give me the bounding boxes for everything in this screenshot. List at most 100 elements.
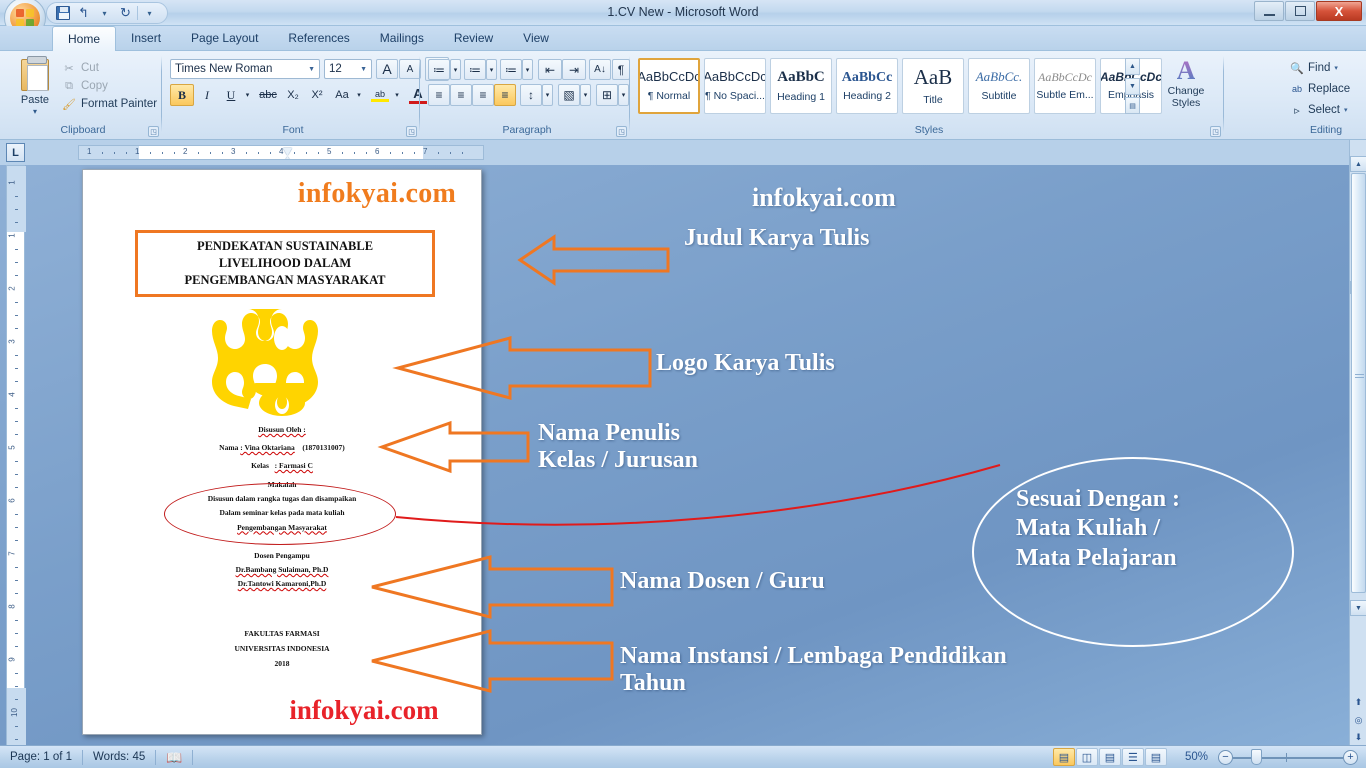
strikethrough-button[interactable]: abc (256, 84, 280, 106)
show-formatting-marks-button[interactable]: ¶ (612, 59, 630, 80)
align-center-button[interactable]: ≡ (450, 84, 472, 106)
previous-page-icon[interactable]: ⬆ (1355, 697, 1363, 708)
align-left-button[interactable]: ≡ (428, 84, 450, 106)
change-case-dropdown[interactable]: ▾ (354, 84, 364, 106)
tab-mailings[interactable]: Mailings (365, 26, 439, 51)
shading-button[interactable]: ▧ (558, 84, 580, 106)
shrink-font-button[interactable]: A (399, 59, 421, 79)
scroll-up-button[interactable]: ▲ (1350, 156, 1366, 172)
subscript-button[interactable]: X₂ (282, 84, 304, 106)
change-styles-button[interactable]: A Change Styles (1154, 57, 1218, 119)
document-page[interactable]: infokyai.com PENDEKATAN SUSTAINABLE LIVE… (82, 169, 482, 735)
outline-view-button[interactable]: ☰ (1122, 748, 1144, 766)
scroll-down-button[interactable]: ▼ (1350, 600, 1366, 616)
more-styles-icon[interactable]: ▤ (1125, 97, 1140, 114)
style-subtitle[interactable]: AaBbCc. Subtitle (968, 58, 1030, 114)
style-normal[interactable]: AaBbCcDc ¶ Normal (638, 58, 700, 114)
zoom-in-button[interactable]: + (1343, 750, 1358, 765)
style-subtle-emphasis[interactable]: AaBbCcDc Subtle Em... (1034, 58, 1096, 114)
highlight-dropdown[interactable]: ▾ (392, 84, 402, 106)
text-highlight-button[interactable]: ab (368, 84, 392, 106)
chevron-down-icon[interactable]: ▾ (33, 107, 37, 116)
decrease-indent-button[interactable]: ⇤ (538, 59, 562, 80)
shading-dropdown[interactable]: ▾ (580, 84, 591, 106)
select-browse-object-icon[interactable]: ◎ (1355, 715, 1363, 726)
word-count-status[interactable]: Words: 45 (83, 747, 155, 768)
draft-view-button[interactable]: ▤ (1145, 748, 1167, 766)
full-screen-reading-button[interactable]: ◫ (1076, 748, 1098, 766)
align-right-button[interactable]: ≡ (472, 84, 494, 106)
borders-dropdown[interactable]: ▾ (618, 84, 629, 106)
bullets-button[interactable]: ≔ (428, 59, 450, 80)
page-status[interactable]: Page: 1 of 1 (0, 747, 82, 768)
underline-button[interactable]: U (220, 84, 242, 106)
numbering-button[interactable]: ≔ (464, 59, 486, 80)
web-layout-view-button[interactable]: ▤ (1099, 748, 1121, 766)
zoom-out-button[interactable]: − (1218, 750, 1233, 765)
grow-font-button[interactable]: A (376, 59, 398, 79)
copy-button[interactable]: ⧉ Copy (60, 77, 158, 95)
style-title[interactable]: AaB Title (902, 58, 964, 114)
borders-button[interactable]: ⊞ (596, 84, 618, 106)
restore-button[interactable] (1285, 1, 1315, 21)
justify-button[interactable]: ≡ (494, 84, 516, 106)
font-dialog-launcher[interactable]: ◳ (406, 126, 417, 137)
select-button[interactable]: ▹ Select ▾ (1290, 100, 1347, 120)
zoom-slider-thumb[interactable] (1251, 749, 1262, 765)
next-page-icon[interactable]: ⬇ (1355, 732, 1363, 743)
close-button[interactable]: X (1316, 1, 1362, 21)
replace-button[interactable]: ab Replace (1290, 79, 1350, 99)
numbering-dropdown[interactable]: ▾ (486, 59, 497, 80)
horizontal-ruler[interactable]: 11234567 (78, 145, 484, 160)
tab-home[interactable]: Home (52, 26, 116, 51)
browse-object-controls[interactable]: ⬆ ◎ ⬇ (1352, 697, 1365, 743)
italic-button[interactable]: I (196, 84, 218, 106)
undo-dropdown-icon[interactable]: ▾ (95, 4, 114, 22)
save-button[interactable] (53, 4, 72, 22)
bullets-dropdown[interactable]: ▾ (450, 59, 461, 80)
font-size-combobox[interactable]: 12 ▼ (324, 59, 372, 79)
scroll-thumb[interactable] (1351, 173, 1366, 593)
scroll-up-icon[interactable]: ▲ (1125, 58, 1140, 75)
zoom-level[interactable]: 50% (1175, 747, 1218, 768)
styles-dialog-launcher[interactable]: ◳ (1210, 126, 1221, 137)
first-line-indent-marker[interactable] (283, 148, 292, 155)
change-case-button[interactable]: Aa (330, 84, 354, 106)
clipboard-dialog-launcher[interactable]: ◳ (148, 126, 159, 137)
tab-page-layout[interactable]: Page Layout (176, 26, 273, 51)
sort-button[interactable]: A↓ (589, 59, 611, 80)
hanging-indent-marker[interactable] (283, 157, 292, 160)
style-heading-2[interactable]: AaBbCc Heading 2 (836, 58, 898, 114)
line-spacing-dropdown[interactable]: ▾ (542, 84, 553, 106)
zoom-slider[interactable] (1233, 748, 1343, 766)
increase-indent-button[interactable]: ⇥ (562, 59, 586, 80)
cut-button[interactable]: ✂ Cut (60, 59, 158, 77)
vertical-scrollbar[interactable]: ▲ ▼ ⬆ ◎ ⬇ (1349, 140, 1366, 745)
underline-dropdown[interactable]: ▾ (242, 84, 253, 106)
tab-insert[interactable]: Insert (116, 26, 176, 51)
minimize-button[interactable] (1254, 1, 1284, 21)
multilevel-dropdown[interactable]: ▾ (522, 59, 533, 80)
superscript-button[interactable]: X² (306, 84, 328, 106)
paste-button[interactable]: Paste ▾ (12, 57, 58, 117)
format-painter-button[interactable]: 🖌 Format Painter (60, 95, 158, 113)
styles-gallery-scroll[interactable]: ▲ ▼ ▤ (1125, 58, 1140, 114)
tab-view[interactable]: View (508, 26, 564, 51)
vertical-ruler[interactable]: 112345678910 (6, 165, 25, 745)
proofing-status[interactable]: 📖 (156, 747, 192, 768)
scroll-down-icon[interactable]: ▼ (1125, 78, 1140, 95)
find-button[interactable]: 🔍 Find ▾ (1290, 58, 1338, 78)
style-no-spacing[interactable]: AaBbCcDc ¶ No Spaci... (704, 58, 766, 114)
tab-stop-selector[interactable]: L (6, 143, 25, 162)
style-heading-1[interactable]: AaBbC Heading 1 (770, 58, 832, 114)
font-name-combobox[interactable]: Times New Roman ▼ (170, 59, 320, 79)
multilevel-list-button[interactable]: ≔ (500, 59, 522, 80)
redo-button[interactable]: ↻ (116, 4, 135, 22)
print-layout-view-button[interactable]: ▤ (1053, 748, 1075, 766)
tab-references[interactable]: References (273, 26, 364, 51)
bold-button[interactable]: B (170, 84, 194, 106)
undo-button[interactable]: ↰ (74, 4, 93, 22)
tab-review[interactable]: Review (439, 26, 508, 51)
customize-qat-icon[interactable]: ▾ (140, 4, 159, 22)
paragraph-dialog-launcher[interactable]: ◳ (616, 126, 627, 137)
